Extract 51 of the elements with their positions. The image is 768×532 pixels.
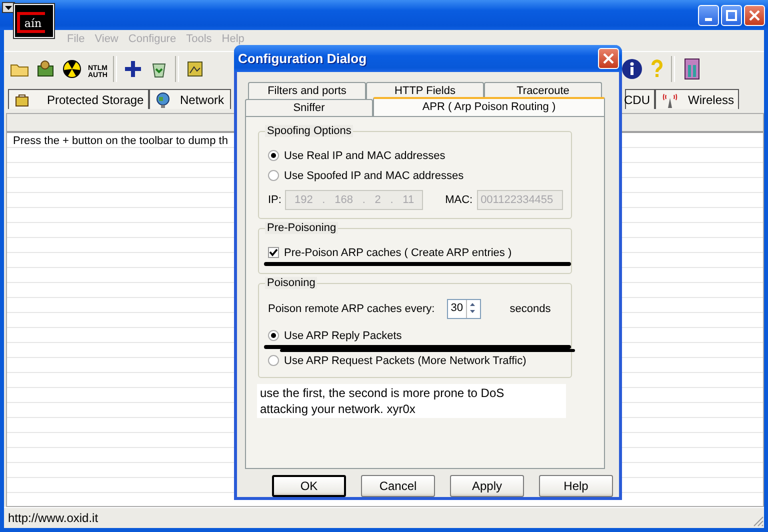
field-label: IP: bbox=[268, 194, 282, 206]
unit-label: seconds bbox=[510, 302, 551, 315]
group-title: Spoofing Options bbox=[265, 124, 354, 137]
group-title: Poisoning bbox=[265, 276, 318, 289]
field-label: MAC: bbox=[445, 194, 473, 206]
radiation-icon[interactable] bbox=[62, 59, 82, 79]
minimize-button[interactable] bbox=[698, 4, 719, 26]
maximize-button[interactable] bbox=[721, 4, 742, 26]
dialog-tab[interactable]: Filters and ports bbox=[248, 82, 366, 99]
checkbox[interactable] bbox=[268, 247, 279, 258]
dialog-tab[interactable]: APR ( Arp Poison Routing ) bbox=[373, 96, 605, 116]
chart-icon[interactable] bbox=[185, 59, 206, 79]
interval-spinner[interactable]: 30 bbox=[446, 298, 481, 319]
dialog-button[interactable]: Cancel bbox=[361, 475, 435, 497]
checkbox-label: Pre-Poison ARP caches ( Create ARP entries ) bbox=[284, 246, 512, 259]
tab[interactable]: Wireless bbox=[655, 89, 739, 109]
globe-icon bbox=[154, 92, 172, 108]
radio-button[interactable] bbox=[268, 330, 279, 342]
option-label: Use Spoofed IP and MAC addresses bbox=[284, 170, 464, 182]
database-icon[interactable] bbox=[36, 59, 56, 79]
close-icon bbox=[603, 52, 614, 64]
plus-icon[interactable] bbox=[123, 59, 144, 79]
option-label: Use ARP Request Packets (More Network Traffic) bbox=[284, 354, 526, 367]
system-menu-icon[interactable] bbox=[2, 2, 15, 13]
dialog-button[interactable]: OK bbox=[272, 475, 346, 497]
storage-icon bbox=[13, 92, 31, 108]
app-logo: aín bbox=[14, 4, 54, 38]
dialog-button[interactable]: Apply bbox=[450, 475, 524, 497]
check-icon bbox=[269, 248, 278, 258]
tab[interactable]: Protected Storage bbox=[8, 89, 149, 109]
info-icon[interactable] bbox=[621, 58, 643, 80]
dialog-title: Configuration Dialog bbox=[238, 50, 367, 66]
maximize-icon bbox=[726, 10, 737, 20]
dialog-tab[interactable]: HTTP Fields bbox=[366, 82, 484, 99]
radio-button[interactable] bbox=[268, 355, 279, 366]
note-text: use the first, the second is more prone to DoS attacking your network. xyr0x bbox=[257, 384, 566, 418]
option-label: Use Real IP and MAC addresses bbox=[284, 150, 446, 162]
dialog-button[interactable]: Help bbox=[539, 475, 613, 497]
status-text: http://www.oxid.it bbox=[8, 511, 98, 525]
list-message: Press the + button on the toolbar to dump th bbox=[12, 134, 229, 148]
close-button[interactable] bbox=[598, 48, 619, 69]
group-title: Pre-Poisoning bbox=[265, 222, 338, 234]
tab[interactable]: Network bbox=[149, 89, 231, 109]
close-button[interactable] bbox=[744, 4, 765, 26]
minimize-icon bbox=[705, 18, 712, 20]
dialog-tab[interactable]: Traceroute bbox=[484, 82, 602, 99]
dialog-tab[interactable]: Sniffer bbox=[245, 98, 373, 116]
option-label: Use ARP Reply Packets bbox=[284, 330, 402, 342]
interval-label: Poison remote ARP caches every: bbox=[268, 302, 435, 315]
resize-grip-icon[interactable] bbox=[752, 515, 764, 527]
close-icon bbox=[749, 10, 760, 20]
